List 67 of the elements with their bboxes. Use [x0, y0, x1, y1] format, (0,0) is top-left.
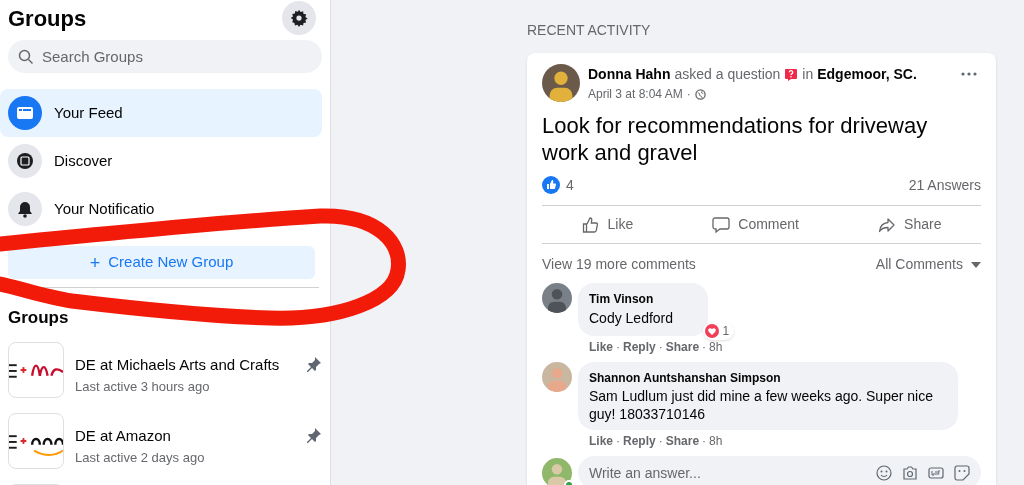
- separator: ·: [686, 86, 691, 103]
- compass-icon: [8, 144, 42, 178]
- group-name[interactable]: DE at Michaels Arts and Crafts: [75, 354, 295, 377]
- separator: ·: [616, 433, 620, 450]
- comment-action-link[interactable]: Reply: [623, 338, 656, 356]
- speech-bubble-icon: [712, 215, 731, 234]
- comment-action-link[interactable]: Share: [665, 432, 700, 450]
- globe-icon: [694, 88, 706, 100]
- camera-icon[interactable]: [902, 464, 918, 481]
- post-time[interactable]: April 3 at 8:04 AM: [588, 85, 683, 103]
- comment-author[interactable]: Tim Vinson: [589, 290, 698, 308]
- question-icon: [784, 67, 799, 82]
- like-button[interactable]: Like: [569, 208, 646, 241]
- avatar: [542, 457, 572, 485]
- reaction-count[interactable]: 4: [566, 174, 574, 196]
- comment-time: 8h: [709, 433, 723, 450]
- comment-action-link[interactable]: Like: [589, 432, 613, 450]
- post-body: Look for recommendations for driveway work and gravel: [542, 112, 929, 166]
- post-action: asked a question: [674, 65, 781, 84]
- more-icon[interactable]: [961, 72, 977, 76]
- separator: ·: [658, 339, 663, 356]
- sticker-icon[interactable]: [954, 464, 970, 481]
- search-icon: [18, 48, 34, 65]
- last-active: Last active 2 days ago: [75, 448, 206, 467]
- bell-icon: [8, 192, 42, 226]
- view-more-link[interactable]: View 19 more comments: [542, 254, 696, 275]
- pin-icon[interactable]: [306, 427, 322, 443]
- separator: ·: [702, 433, 707, 450]
- answer-box[interactable]: Write an answer...: [578, 456, 981, 485]
- avatar: [542, 64, 580, 102]
- section-heading: Groups: [8, 308, 69, 327]
- comment-button[interactable]: Comment: [700, 208, 811, 241]
- settings-icon: [290, 9, 308, 27]
- group-link[interactable]: Edgemoor, SC.: [817, 64, 917, 85]
- create-group-button[interactable]: + Create New Group: [8, 246, 315, 279]
- comment-text: Cody Ledford: [589, 309, 675, 328]
- comment-filter[interactable]: All Comments: [875, 254, 981, 275]
- section-title: RECENT ACTIVITY: [527, 21, 652, 40]
- comment-action-link[interactable]: Like: [589, 338, 613, 356]
- comment-author[interactable]: Shannon Auntshanshan Simpson: [589, 369, 947, 387]
- answers-count[interactable]: 21 Answers: [908, 174, 981, 196]
- emoji-icon[interactable]: [876, 464, 892, 481]
- nav-item[interactable]: Your Feed: [0, 89, 322, 137]
- thumbs-up-icon: [581, 215, 600, 234]
- comment-action-link[interactable]: Share: [665, 338, 700, 356]
- reaction-badge[interactable]: 1: [703, 322, 735, 340]
- answer-field[interactable]: Write an answer...: [589, 456, 876, 485]
- separator: ·: [616, 339, 620, 356]
- avatar: [542, 362, 572, 392]
- comment-text: Sam Ludlum just did mine a few weeks ago. Super nice guy! 18033710146: [589, 387, 934, 423]
- caret-icon: [971, 261, 981, 268]
- comment-time: 8h: [709, 339, 723, 356]
- comment-action-link[interactable]: Reply: [623, 432, 656, 450]
- feed-icon: [8, 96, 42, 130]
- author-name[interactable]: Donna Hahn: [588, 64, 671, 85]
- gif-icon[interactable]: [928, 464, 944, 481]
- share-button[interactable]: Share: [866, 208, 954, 241]
- separator: ·: [702, 339, 707, 356]
- separator: ·: [658, 433, 663, 450]
- settings-button[interactable]: [282, 1, 316, 35]
- like-reaction-icon: [542, 176, 560, 194]
- group-name[interactable]: DE at Amazon: [75, 425, 295, 448]
- last-active: Last active 3 hours ago: [75, 377, 211, 396]
- avatar: [542, 283, 572, 313]
- pin-icon[interactable]: [306, 356, 322, 372]
- preposition: in: [802, 65, 814, 84]
- sidebar-title: Groups: [8, 4, 87, 33]
